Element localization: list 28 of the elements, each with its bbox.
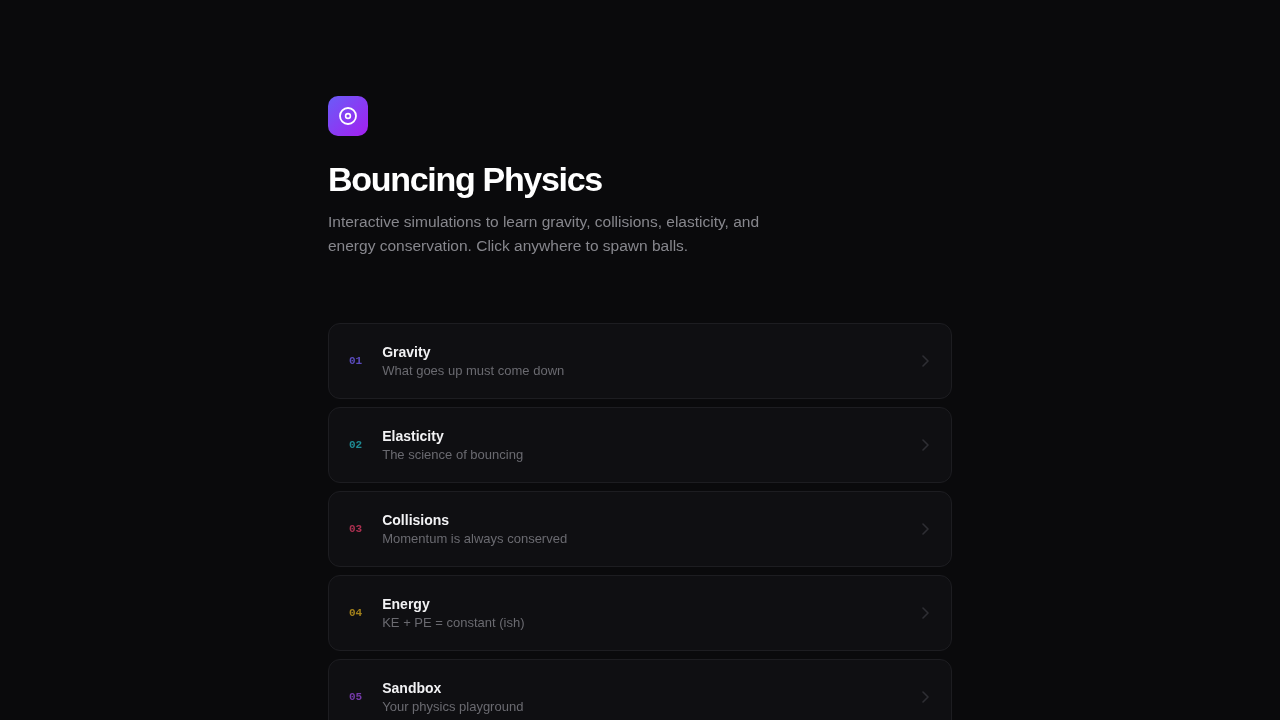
- lesson-title: Energy: [382, 595, 430, 614]
- lesson-number: 01: [349, 355, 363, 367]
- lesson-title: Collisions: [382, 511, 450, 530]
- lesson-title: Gravity: [382, 343, 431, 362]
- lesson-number: 03: [349, 523, 363, 535]
- lesson-number: 04: [349, 607, 363, 619]
- chevron-right-icon: [922, 691, 929, 703]
- chevron-right-icon: [922, 439, 929, 451]
- lesson-number: 05: [349, 691, 363, 703]
- page-title: Bouncing Physics: [328, 159, 602, 200]
- lesson-number: 02: [349, 439, 363, 451]
- chevron-right-icon: [922, 607, 929, 619]
- lesson-subtitle: What goes up must come down: [382, 362, 565, 380]
- lesson-card[interactable]: 05 Sandbox Your physics playground: [328, 659, 952, 720]
- chevron-right-icon: [922, 523, 929, 535]
- lesson-card[interactable]: 03 Collisions Momentum is always conserved: [328, 491, 952, 567]
- lesson-card[interactable]: 01 Gravity What goes up must come down: [328, 323, 952, 399]
- lesson-title: Elasticity: [382, 427, 444, 446]
- app-logo-icon: [328, 96, 368, 136]
- lesson-card[interactable]: 04 Energy KE + PE = constant (ish): [328, 575, 952, 651]
- lesson-subtitle: The science of bouncing: [382, 446, 524, 464]
- page-description: Interactive simulations to learn gravity, collisions, elasticity, and energy conservation. Click anywhere to spawn balls.: [328, 212, 761, 256]
- lesson-card[interactable]: 02 Elasticity The science of bouncing: [328, 407, 952, 483]
- lesson-title: Sandbox: [382, 679, 442, 698]
- chevron-right-icon: [922, 355, 929, 367]
- lesson-subtitle: Your physics playground: [382, 698, 524, 716]
- lesson-subtitle: KE + PE = constant (ish): [382, 614, 525, 632]
- lesson-subtitle: Momentum is always conserved: [382, 530, 568, 548]
